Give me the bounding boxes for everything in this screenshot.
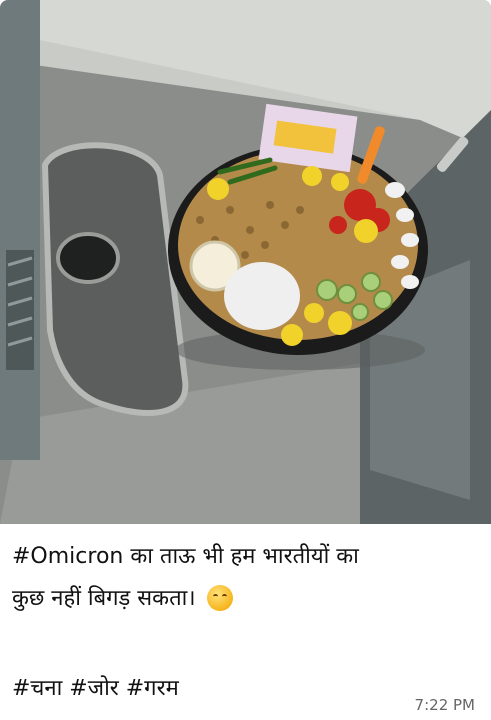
hugging-face-emoji-icon [206,585,233,611]
toilet-photo [0,0,491,524]
message-timestamp: 7:22 PM [414,696,475,714]
hashtags: #चना #जोर #गरम [12,676,179,701]
white-cloth [224,262,300,330]
left-vent [6,250,34,370]
caption-line-2: कुछ नहीं बिगड़ सकता। [12,584,233,614]
message-caption: #Omicron का ताऊ भी हम भारतीयों का कुछ नह… [0,524,491,720]
photo-attachment[interactable] [0,0,491,524]
caption-line-1: #Omicron का ताऊ भी हम भारतीयों का [12,544,359,569]
left-frame [0,0,40,460]
caption-text: कुछ नहीं बिगड़ सकता। [12,586,196,611]
